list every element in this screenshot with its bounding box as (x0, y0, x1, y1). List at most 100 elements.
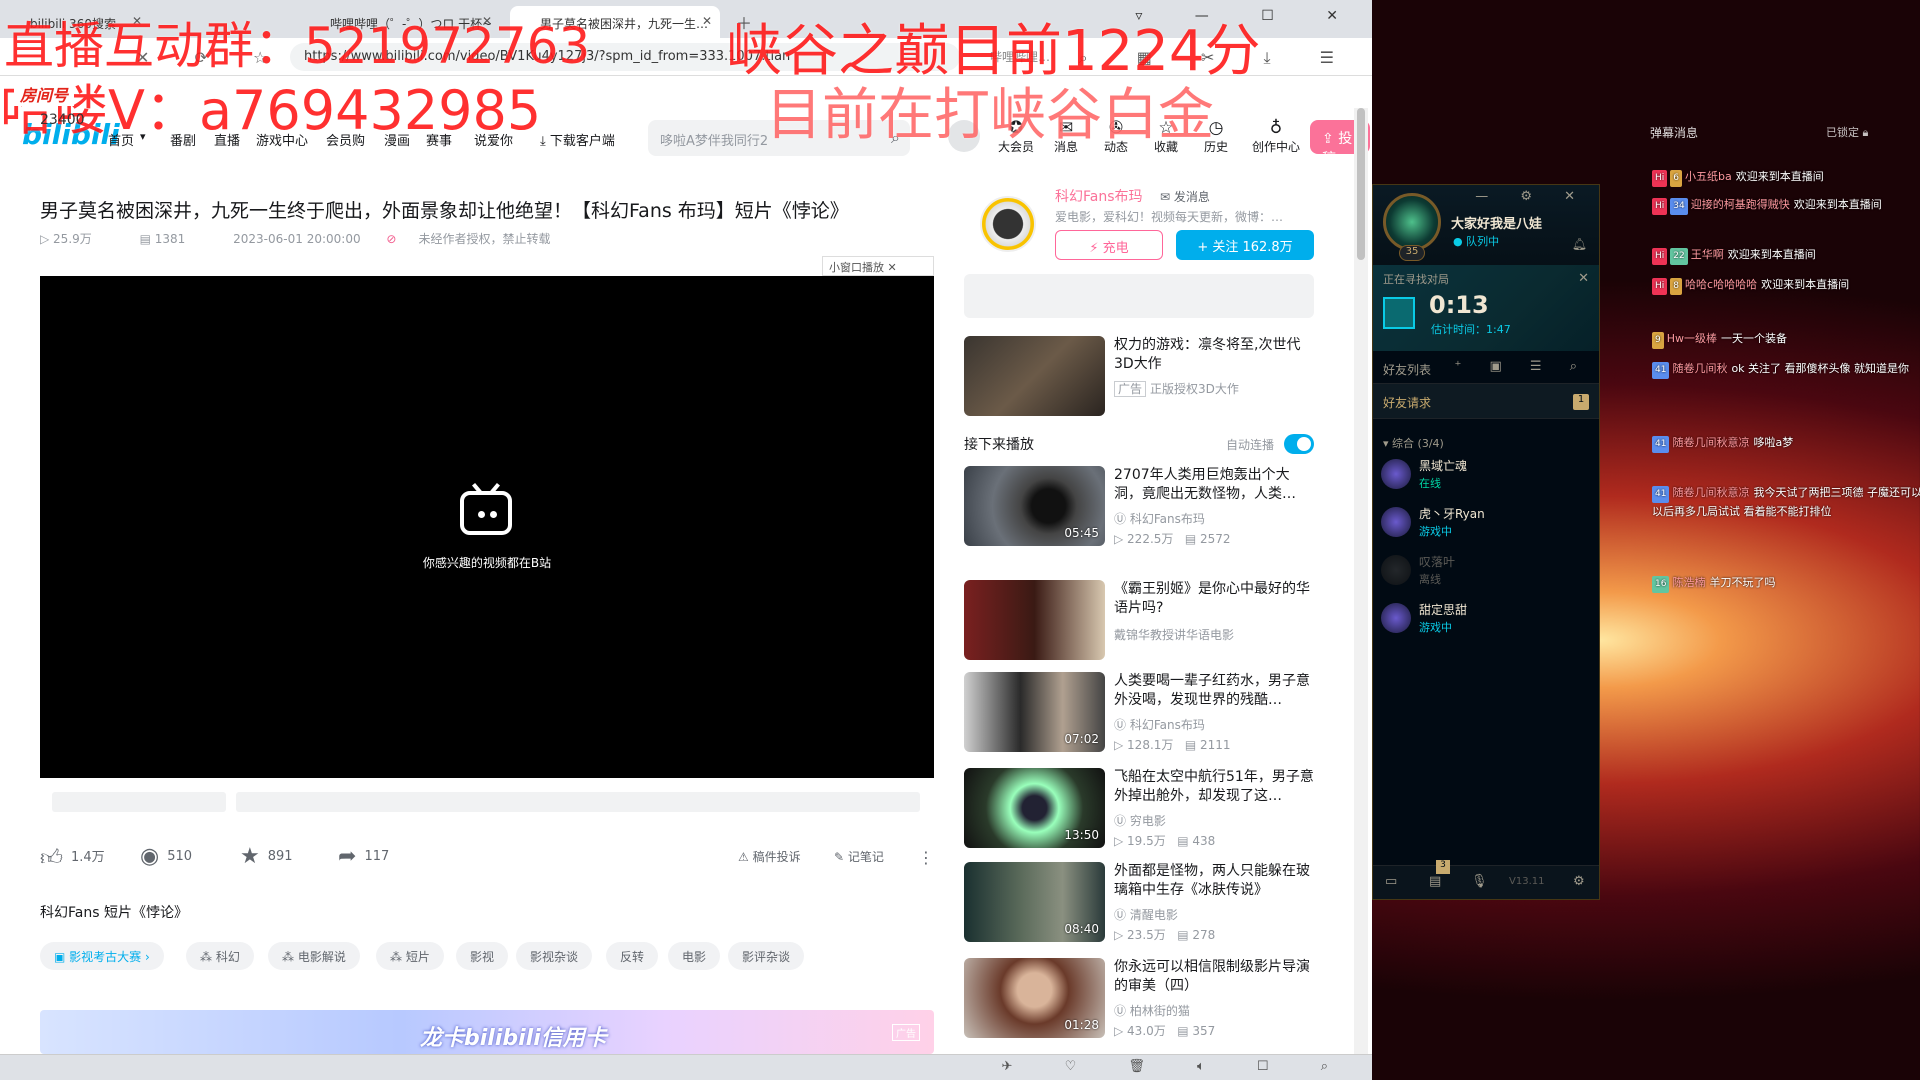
recommend-item[interactable]: 13:50 飞船在太空中航行51年，男子意外掉出舱外，却发现了这… Ⓤ 穷电影 … (964, 768, 1314, 848)
close-icon[interactable]: ✕ (1578, 271, 1589, 286)
bulb-icon: ♁ (1269, 118, 1283, 138)
message-button[interactable]: ✉ 发消息 (1160, 188, 1210, 205)
tag-item[interactable]: ⁂ 科幻 (186, 942, 254, 970)
duration: 08:40 (1064, 922, 1099, 936)
tag-item[interactable]: ⁂ 短片 (376, 942, 444, 970)
ad-banner[interactable]: 龙卡bilibili信用卡 广告 (40, 1010, 934, 1054)
warning-icon: ⚠ (738, 850, 753, 864)
thumb-up-icon: 👍︎ (40, 846, 63, 871)
mini-player-button[interactable]: 小窗口播放 ✕ (822, 256, 934, 276)
danmaku-user: 陈浩楠 (1672, 576, 1706, 589)
recommend-stats: ▷ 23.5万 ▤ 278 (1114, 928, 1216, 942)
tag-item[interactable]: 影评杂谈 (728, 942, 805, 970)
summoner-avatar[interactable] (1383, 193, 1441, 251)
video-player[interactable]: 你感兴趣的视频都在B站 (40, 276, 934, 979)
favorite-button[interactable]: ★ 891 (240, 844, 293, 869)
uploader-desc: 爱电影，爱科幻！视频每天更新，微博：… (1055, 210, 1284, 224)
video-thumbnail: 13:50 (964, 768, 1105, 848)
friend-group-label: 综合 (3/4) (1392, 437, 1444, 450)
danmaku-lock[interactable]: 已锁定 🔒︎ (1826, 124, 1868, 140)
close-icon[interactable]: ✕ (702, 14, 712, 28)
mini-player-label: 小窗口播放 (829, 261, 884, 274)
charge-button[interactable]: ⚡ 充电 (1055, 230, 1163, 260)
video-thumbnail (964, 580, 1105, 660)
uploader-name[interactable]: 科幻Fans布玛 (1055, 186, 1143, 206)
tag-label: 影视考古大赛 (69, 950, 142, 964)
danmaku-text: 欢迎来到本直播间 (1727, 248, 1816, 261)
tag-label: 科幻 (215, 950, 240, 964)
video-thumbnail: 05:45 (964, 466, 1105, 546)
nav-download-client[interactable]: ⤓ 下载客户端 (540, 130, 615, 149)
recommend-item[interactable]: 08:40 外面都是怪物，两人只能躲在玻璃箱中生存《冰肤传说》 Ⓤ 清醒电影 ▷… (964, 862, 1314, 942)
lock-icon: 🔒︎ (1862, 126, 1869, 139)
autoplay-toggle[interactable] (1284, 434, 1314, 454)
friends-list-label: 好友列表 (1383, 363, 1432, 377)
scrollbar-thumb[interactable] (1357, 108, 1365, 260)
chat-icon[interactable]: ▭ (1385, 874, 1397, 889)
recommend-owner: Ⓤ 柏林街的猫 (1114, 1004, 1190, 1018)
video-thumbnail: 08:40 (964, 862, 1105, 942)
overlay-status-text: 目前在打峡谷白金 (766, 83, 1214, 148)
user-level: 41 (1652, 362, 1670, 379)
notes-button[interactable]: ✎ 记笔记 (834, 848, 884, 865)
scrollbar[interactable] (1354, 108, 1368, 1054)
follow-button[interactable]: + 关注 162.8万 (1176, 230, 1314, 260)
ad-title: 权力的游戏：凛冬将至,次世代3D大作 (1114, 337, 1301, 372)
danmaku-message: 41 随卷几间秋意凉 我今天试了两把三项德 子魔还可以 以后再多几局试试 看着能不能… (1652, 484, 1920, 520)
share-button[interactable]: ➦ 117 (338, 844, 389, 869)
status-icons[interactable]: ✈ ♡ 🗑︎ 🔈︎ ☐ ⌕ (1002, 1059, 1352, 1074)
room-label: 房间号 (14, 82, 75, 106)
friend-row[interactable]: 黑域亡魂 在线 (1373, 453, 1599, 499)
friend-group[interactable]: ▾ 综合 (3/4) (1383, 435, 1444, 451)
tag-item[interactable]: 影视 (456, 942, 509, 970)
tag-event[interactable]: ▣ 影视考古大赛 › (40, 942, 164, 970)
close-icon[interactable]: ✕ (888, 261, 897, 274)
owner-name: 柏林街的猫 (1129, 1004, 1190, 1018)
video-thumbnail: 01:28 (964, 958, 1105, 1038)
recommend-stats: ▷ 19.5万 ▤ 438 (1114, 834, 1216, 848)
danmaku-message: Hi 8 哈哈c哈哈哈哈 欢迎来到本直播间 (1652, 276, 1920, 295)
header-creator[interactable]: ♁ 创作中心 (1246, 118, 1306, 155)
chevron-down-icon: ▾ (1383, 437, 1393, 450)
recommend-item[interactable]: 《霸王别姬》是你心中最好的华语片吗? 戴锦华教授讲华语电影 (964, 580, 1314, 660)
recommend-owner: 戴锦华教授讲华语电影 (1114, 628, 1235, 642)
uploader-avatar[interactable] (980, 196, 1036, 252)
danmaku: 278 (1192, 928, 1216, 942)
user-level: 41 (1652, 436, 1670, 453)
queue-panel: 正在寻找对局 ✕ 0:13 估计时间：1:47 (1373, 265, 1599, 351)
recommend-title: 《霸王别姬》是你心中最好的华语片吗? (1114, 581, 1310, 616)
settings-icon[interactable]: ⚙ (1573, 874, 1585, 889)
lightning-icon: ⚡ (1089, 241, 1103, 256)
owner-name: 清醒电影 (1129, 908, 1178, 922)
recommend-title: 你永远可以相信限制级影片导演的审美（四） (1114, 959, 1310, 994)
recommend-item[interactable]: 07:02 人类要喝一辈子红药水，男子意外没喝，发现世界的残酷… Ⓤ 科幻Fan… (964, 672, 1314, 752)
recommend-item[interactable]: 05:45 2707年人类用巨炮轰出个大洞，竟爬出无数怪物，人类… Ⓤ 科幻Fa… (964, 466, 1314, 546)
friend-row[interactable]: 虎丶牙Ryan 游戏中 (1373, 501, 1599, 547)
recommend-item[interactable]: 01:28 你永远可以相信限制级影片导演的审美（四） Ⓤ 柏林街的猫 ▷ 43.… (964, 958, 1314, 1038)
lol-client-panel: 35 大家好我是八娃 ● 队列中 — ⚙ ✕ 🔔︎ 正在寻找对局 ✕ 0:13 … (1372, 184, 1600, 900)
danmaku-user: 迎接的柯基跑得贼快 (1690, 198, 1790, 211)
more-icon[interactable]: ⋮ (918, 848, 934, 867)
mic-icon[interactable]: 🎙︎ (1471, 874, 1488, 889)
views: 222.5万 (1127, 532, 1174, 546)
friend-name: 甜定思甜 (1419, 603, 1468, 617)
friend-row[interactable]: 甜定思甜 游戏中 (1373, 597, 1599, 643)
friend-requests[interactable]: 好友请求 1 (1373, 383, 1599, 419)
friend-name: 虎丶牙Ryan (1419, 507, 1485, 521)
missions-icon[interactable]: ▤ (1429, 874, 1441, 889)
tag-item[interactable]: 反转 (606, 942, 659, 970)
danmaku-message: 9 Hw一级棒 一天一个装备 (1652, 330, 1920, 349)
tag-item[interactable]: ⁂ 电影解说 (268, 942, 360, 970)
report-button[interactable]: ⚠ 稿件投诉 (738, 848, 801, 865)
ad-card[interactable]: 权力的游戏：凛冬将至,次世代3D大作 广告 正版授权3D大作 (964, 336, 1314, 416)
tag-item[interactable]: 影视杂谈 (516, 942, 593, 970)
like-button[interactable]: 👍︎ 1.4万 (40, 844, 105, 871)
coin-button[interactable]: ◉ 510 (140, 844, 192, 869)
bell-icon[interactable]: 🔔︎ (1572, 237, 1587, 251)
friends-tools[interactable]: ⁺ ▣ ☰ ⌕ (1455, 359, 1589, 374)
friend-row[interactable]: 叹落叶 离线 (1373, 549, 1599, 595)
danmaku-user: 随卷几间秋意凉 (1672, 486, 1750, 499)
lol-window-controls[interactable]: — ⚙ ✕ (1475, 189, 1589, 204)
user-level: 6 (1670, 170, 1683, 187)
tag-item[interactable]: 电影 (668, 942, 721, 970)
